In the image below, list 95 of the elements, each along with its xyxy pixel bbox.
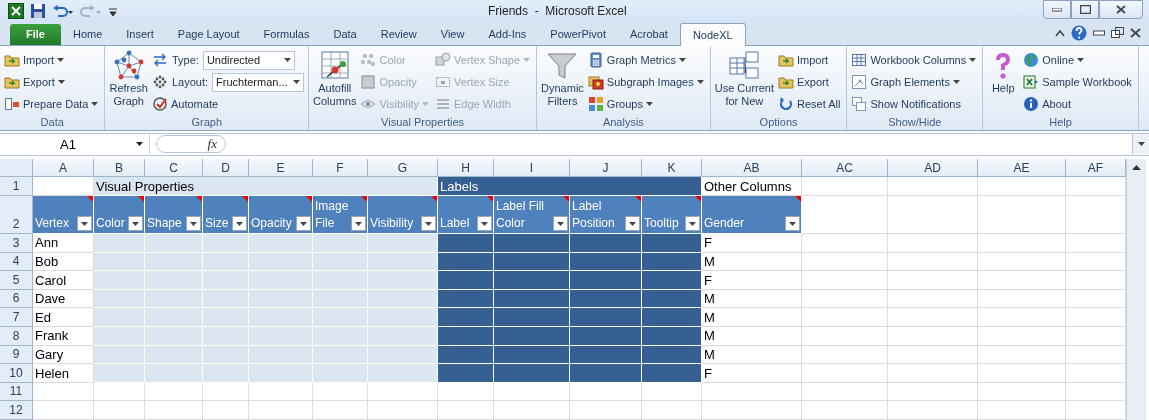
column-header[interactable]: E bbox=[249, 159, 313, 178]
group-label: Help bbox=[1048, 114, 1073, 130]
table-cell: Carol bbox=[33, 271, 94, 290]
large-ribbon-button[interactable]: Refresh Graph bbox=[109, 47, 148, 115]
ribbon-button[interactable]: Prepare Data bbox=[4, 93, 101, 115]
column-header[interactable]: J bbox=[570, 159, 642, 178]
ribbon-button[interactable]: Export bbox=[778, 71, 843, 93]
group-label: Options bbox=[758, 114, 799, 130]
ribbon-button[interactable]: Workbook Columns bbox=[851, 49, 979, 71]
ribbon-tab[interactable]: Acrobat bbox=[618, 23, 680, 45]
header-label: Label bbox=[440, 215, 471, 233]
table-cell: Ed bbox=[33, 308, 94, 328]
header-label: Vertex bbox=[35, 215, 71, 233]
section-title-cell: Other Columns bbox=[702, 177, 802, 197]
header-label: Size bbox=[205, 215, 230, 233]
column-header[interactable]: H bbox=[438, 159, 494, 178]
ribbon-tab[interactable]: Home bbox=[60, 23, 115, 45]
group-label: Data bbox=[39, 114, 65, 130]
row-number[interactable]: 12 bbox=[0, 401, 33, 420]
group-label: Visual Properties bbox=[380, 114, 466, 130]
section-title-cell: Labels bbox=[438, 177, 702, 197]
combo-label: Layout: bbox=[171, 76, 209, 89]
ribbon-button[interactable]: Import bbox=[4, 49, 101, 71]
ribbon-tab[interactable]: Review bbox=[368, 23, 429, 45]
ribbon-tab[interactable]: File bbox=[10, 23, 61, 45]
header-label: Color bbox=[96, 215, 126, 233]
combo-label: Type: bbox=[171, 54, 199, 67]
large-ribbon-button[interactable]: Use Current for New bbox=[714, 47, 774, 115]
ribbon-tab[interactable]: View bbox=[428, 23, 477, 45]
row-number[interactable]: 1 bbox=[0, 177, 33, 197]
header-label: Visibility bbox=[370, 215, 415, 233]
column-header[interactable]: AF bbox=[1066, 159, 1126, 178]
column-header[interactable]: AD bbox=[888, 159, 978, 178]
ribbon-button[interactable]: Show Notifications bbox=[851, 93, 979, 115]
ribbon-button[interactable]: Subgraph Images bbox=[587, 71, 706, 93]
ribbon-tab[interactable]: NodeXL bbox=[679, 22, 746, 46]
table-cell: Frank bbox=[33, 327, 94, 346]
ribbon-button[interactable]: Graph Metrics bbox=[587, 49, 706, 71]
ribbon-button[interactable]: Reset All bbox=[778, 93, 843, 115]
column-header[interactable]: B bbox=[94, 159, 145, 178]
header-label: Gender bbox=[704, 215, 746, 233]
ribbon-button[interactable]: Graph Elements bbox=[851, 71, 979, 93]
group-label: Graph bbox=[190, 114, 224, 130]
large-ribbon-button[interactable]: Autofill Columns bbox=[313, 47, 357, 115]
window-title: Friends - Microsoft Excel bbox=[488, 4, 628, 19]
ribbon-tab[interactable]: Data bbox=[321, 23, 369, 45]
header-label: Shape bbox=[147, 215, 183, 233]
header-label: Label Position bbox=[572, 198, 616, 233]
ribbon-tab[interactable]: Page Layout bbox=[165, 23, 252, 45]
header-label: Image File bbox=[315, 198, 350, 233]
ribbon-tab[interactable]: Add-Ins bbox=[476, 23, 539, 45]
header-label: Tooltip bbox=[644, 215, 680, 233]
ribbon-button[interactable]: Sample Workbook bbox=[1023, 71, 1134, 93]
ribbon-tab[interactable]: Insert bbox=[114, 23, 166, 45]
row-number[interactable]: 5 bbox=[0, 271, 33, 290]
table-cell: Helen bbox=[33, 364, 94, 383]
table-cell: Ann bbox=[33, 234, 94, 253]
table-cell: M bbox=[702, 327, 802, 346]
name-box[interactable]: A1 bbox=[0, 134, 150, 155]
ribbon-button[interactable]: Online bbox=[1023, 49, 1134, 71]
table-cell: F bbox=[702, 234, 802, 253]
section-title-cell: Visual Properties bbox=[94, 177, 438, 197]
column-header[interactable]: I bbox=[494, 159, 570, 178]
column-header[interactable]: AE bbox=[978, 159, 1066, 178]
ribbon-button[interactable]: Automate bbox=[151, 93, 305, 115]
dropdown-field[interactable]: Undirected bbox=[202, 50, 295, 70]
row-number[interactable]: 8 bbox=[0, 327, 33, 346]
column-header[interactable]: AC bbox=[802, 159, 888, 178]
ribbon-tab[interactable]: Formulas bbox=[251, 23, 322, 45]
row-number[interactable]: 3 bbox=[0, 234, 33, 253]
column-header[interactable]: K bbox=[642, 159, 702, 178]
ribbon-button[interactable]: Import bbox=[778, 49, 843, 71]
large-ribbon-button[interactable]: Dynamic Filters bbox=[541, 47, 584, 115]
column-header[interactable]: F bbox=[313, 159, 368, 178]
table-cell: F bbox=[702, 364, 802, 383]
column-header[interactable]: AB bbox=[702, 159, 802, 178]
row-number[interactable]: 2 bbox=[0, 196, 33, 235]
header-label: Label Fill Color bbox=[496, 198, 546, 233]
dropdown-field[interactable]: Fruchterman... bbox=[212, 72, 305, 92]
ribbon-button[interactable]: About bbox=[1023, 93, 1134, 115]
row-number[interactable]: 7 bbox=[0, 308, 33, 328]
column-header[interactable]: D bbox=[203, 159, 249, 178]
ribbon-tab[interactable]: PowerPivot bbox=[538, 23, 618, 45]
group-label: Show/Hide bbox=[887, 114, 943, 130]
column-header[interactable]: A bbox=[33, 159, 94, 178]
column-header[interactable]: C bbox=[145, 159, 203, 178]
ribbon-button[interactable]: Export bbox=[4, 71, 101, 93]
large-ribbon-button[interactable]: Help bbox=[987, 47, 1020, 115]
row-number[interactable]: 10 bbox=[0, 364, 33, 383]
header-label: Opacity bbox=[251, 215, 293, 233]
table-cell: F bbox=[702, 271, 802, 290]
group-label: Analysis bbox=[601, 114, 645, 130]
column-header[interactable]: G bbox=[368, 159, 438, 178]
ribbon-button[interactable]: Groups bbox=[587, 93, 706, 115]
table-cell: M bbox=[702, 308, 802, 328]
